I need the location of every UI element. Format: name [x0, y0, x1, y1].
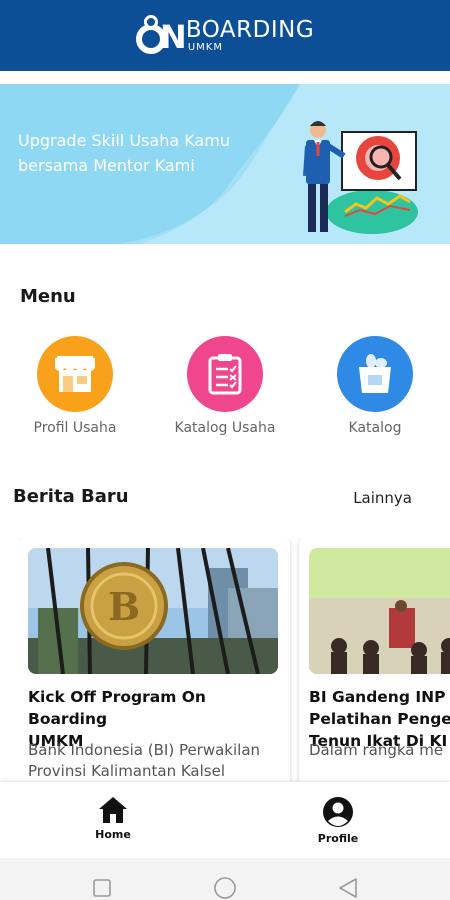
store-icon[interactable] [37, 336, 113, 412]
logo-text: BOARDING UMKM [186, 18, 314, 53]
clipboard-checklist-icon[interactable] [187, 336, 263, 412]
logo-on-mark: N [135, 14, 187, 56]
system-navigation-bar [0, 858, 450, 900]
menu-label-profil-usaha: Profil Usaha [33, 420, 117, 436]
news-section-title: Berita Baru [13, 486, 129, 507]
menu-label-katalog: Katalog [348, 420, 402, 436]
news-card-desc: Dalam rangka me [309, 741, 444, 759]
grocery-bag-icon[interactable] [337, 336, 413, 412]
news-card-image: B [28, 548, 278, 674]
menu-section-title: Menu [20, 286, 76, 307]
nav-item-home[interactable]: Home [53, 796, 173, 841]
recent-apps-icon[interactable] [93, 879, 111, 897]
app-header: N BOARDING UMKM [0, 0, 450, 71]
news-card-image [309, 548, 450, 674]
promo-banner[interactable]: Upgrade Skill Usaha Kamu bersama Mentor … [0, 84, 450, 244]
news-card[interactable]: B Kick Off Program On Boarding UMKM Bank… [18, 538, 290, 782]
app-logo: N BOARDING UMKM [135, 14, 314, 56]
news-carousel[interactable]: B Kick Off Program On Boarding UMKM Bank… [18, 538, 450, 782]
home-icon[interactable] [98, 796, 128, 824]
menu-item-profil-usaha[interactable]: Profil Usaha [0, 336, 150, 436]
logo-sub-text: UMKM [187, 42, 223, 53]
account-circle-icon[interactable] [322, 796, 354, 828]
back-triangle-icon[interactable] [338, 877, 358, 899]
menu-label-katalog-usaha: Katalog Usaha [174, 420, 276, 436]
menu-item-katalog[interactable]: Katalog [300, 336, 450, 436]
bottom-navigation: Home Profile [0, 782, 450, 858]
nav-label-profile: Profile [317, 832, 359, 845]
home-circle-icon[interactable] [214, 877, 236, 899]
menu-item-katalog-usaha[interactable]: Katalog Usaha [150, 336, 300, 436]
nav-item-profile[interactable]: Profile [278, 796, 398, 845]
logo-n-letter: N [159, 17, 187, 56]
news-card[interactable]: BI Gandeng INP Pelatihan Penge Tenun Ika… [299, 538, 450, 782]
app-screen: N BOARDING UMKM Upgrade Skill Usaha Kamu… [0, 0, 450, 900]
nav-label-home: Home [95, 828, 131, 841]
news-more-link[interactable]: Lainnya [353, 489, 412, 507]
logo-main-text: BOARDING [185, 17, 315, 43]
logo-gear-icon [143, 14, 158, 29]
svg-text:B: B [108, 584, 140, 629]
news-card-desc: Bank Indonesia (BI) Perwakilan Provinsi … [28, 741, 261, 780]
banner-headline: Upgrade Skill Usaha Kamu bersama Mentor … [18, 131, 230, 175]
